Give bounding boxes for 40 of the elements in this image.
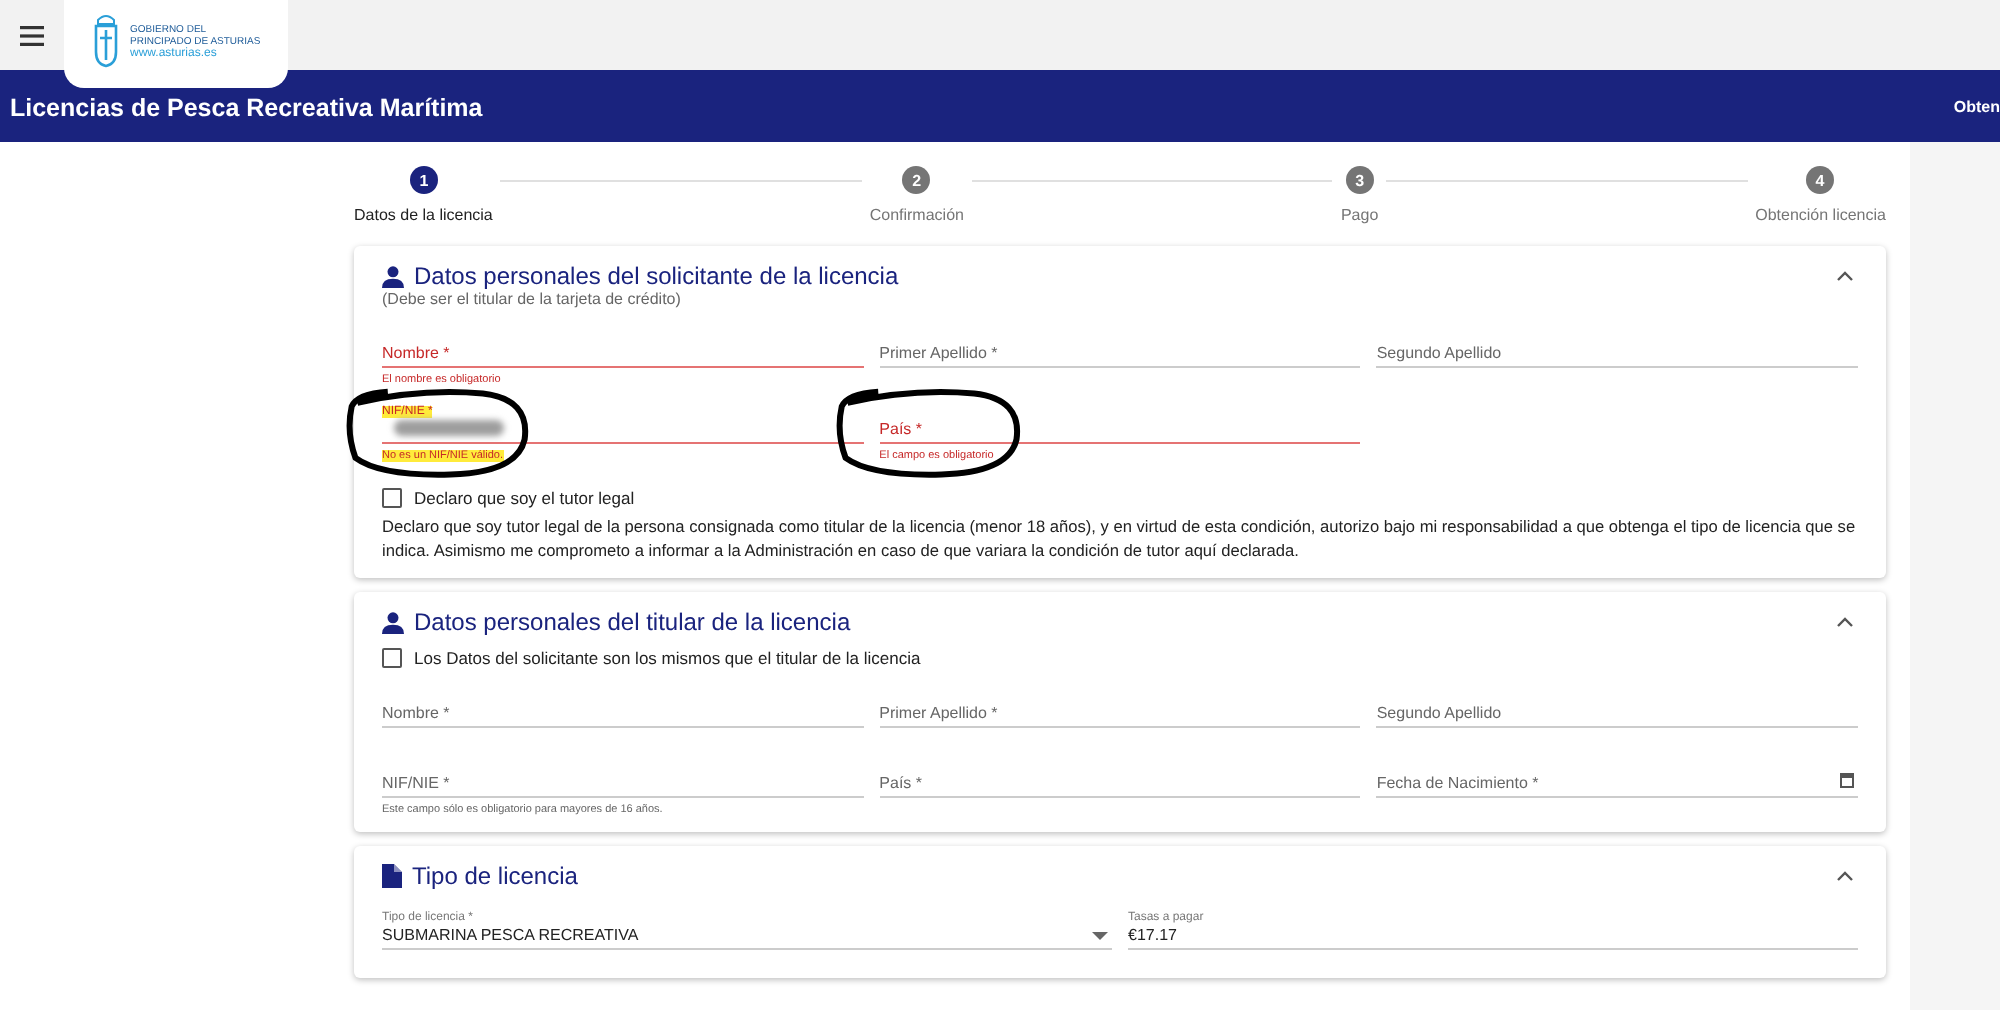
section-title: Datos personales del titular de la licencia bbox=[414, 608, 851, 636]
input-field[interactable]: Primer Apellido * bbox=[879, 688, 1361, 728]
dropdown-arrow-icon bbox=[1092, 932, 1108, 940]
collapse-icon[interactable] bbox=[1836, 870, 1854, 882]
step-label[interactable]: Datos de la licencia bbox=[354, 206, 493, 224]
person-icon bbox=[382, 265, 404, 287]
input-field[interactable]: Nombre * bbox=[382, 328, 864, 368]
input-field[interactable]: NIF/NIE * bbox=[382, 758, 864, 798]
input-field[interactable]: Segundo Apellido bbox=[1376, 328, 1858, 368]
checkbox-label[interactable]: Los Datos del solicitante son los mismos que el titular de la licencia bbox=[414, 648, 921, 668]
step-label[interactable]: Obtención licencia bbox=[1755, 206, 1886, 224]
document-icon bbox=[382, 864, 402, 888]
menu-icon[interactable] bbox=[20, 25, 44, 45]
step-label[interactable]: Confirmación bbox=[869, 206, 964, 224]
checkbox[interactable] bbox=[382, 648, 402, 668]
section-title: Tipo de licencia bbox=[412, 862, 578, 890]
step-label[interactable]: Pago bbox=[1340, 206, 1379, 224]
step-number[interactable]: 1 bbox=[410, 166, 438, 194]
input-field[interactable]: Segundo Apellido bbox=[1376, 688, 1858, 728]
section-subtitle: (Debe ser el titular de la tarjeta de crédito) bbox=[382, 290, 683, 308]
step-number[interactable]: 3 bbox=[1345, 166, 1374, 194]
section-title: Datos personales del solicitante de la licencia bbox=[414, 262, 899, 290]
coat-of-arms-icon bbox=[92, 12, 120, 68]
input-field[interactable]: País * bbox=[879, 758, 1361, 798]
checkbox-label[interactable]: Declaro que soy el tutor legal bbox=[414, 488, 635, 508]
collapse-icon[interactable] bbox=[1836, 270, 1854, 282]
checkbox[interactable] bbox=[382, 488, 402, 508]
step-number[interactable]: 2 bbox=[902, 166, 931, 194]
input-field[interactable]: Primer Apellido * bbox=[879, 328, 1361, 368]
input-field[interactable]: País * bbox=[879, 404, 1361, 444]
declaration-text: Declaro que soy tutor legal de la persona consignada como titular de la licencia (menor 18 años), y en virtud de esta condición, autorizo bajo mi responsabilidad a que obtenga el tipo de licencia que se indica. Asimismo me comprometo a informar a la Administración en caso de que variara la condición de tutor aquí declarada. bbox=[382, 514, 1858, 562]
header-link[interactable]: Obten bbox=[1953, 97, 2000, 115]
person-icon bbox=[382, 611, 404, 633]
app-title: Licencias de Pesca Recreativa Marítima bbox=[10, 94, 483, 122]
input-field[interactable]: Nombre * bbox=[382, 688, 864, 728]
input-field[interactable]: Fecha de Nacimiento * bbox=[1376, 758, 1858, 798]
redaction-blur bbox=[394, 420, 504, 436]
step-number[interactable]: 4 bbox=[1805, 166, 1834, 194]
calendar-icon[interactable] bbox=[1840, 772, 1854, 788]
collapse-icon[interactable] bbox=[1836, 616, 1854, 628]
